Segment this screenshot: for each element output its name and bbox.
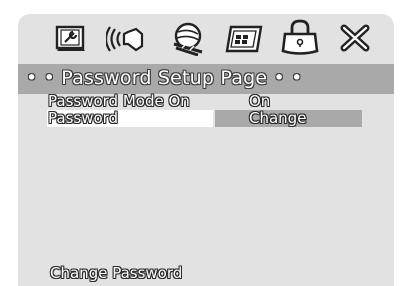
audio-setup-icon[interactable] [106, 24, 146, 54]
setup-menu-panel: • • Password Setup Page • • Password Mod… [18, 14, 394, 286]
password-lock-icon[interactable] [280, 18, 320, 56]
setting-value: On [249, 92, 271, 110]
general-setup-icon[interactable] [54, 24, 88, 54]
setting-row-password-mode[interactable]: Password Mode On On [47, 92, 367, 110]
preference-icon[interactable] [225, 24, 263, 54]
setting-label: Password Mode On [48, 92, 190, 110]
page-title: • • Password Setup Page • • [26, 67, 303, 89]
exit-icon[interactable] [340, 24, 370, 52]
setting-value[interactable]: Change [249, 109, 306, 127]
setting-row-password[interactable]: Password Change [47, 109, 367, 127]
video-setup-icon[interactable] [168, 22, 208, 56]
page-title-bar: • • Password Setup Page • • [18, 64, 394, 94]
help-hint-text: Change Password [50, 264, 183, 282]
setting-label: Password [48, 109, 119, 127]
